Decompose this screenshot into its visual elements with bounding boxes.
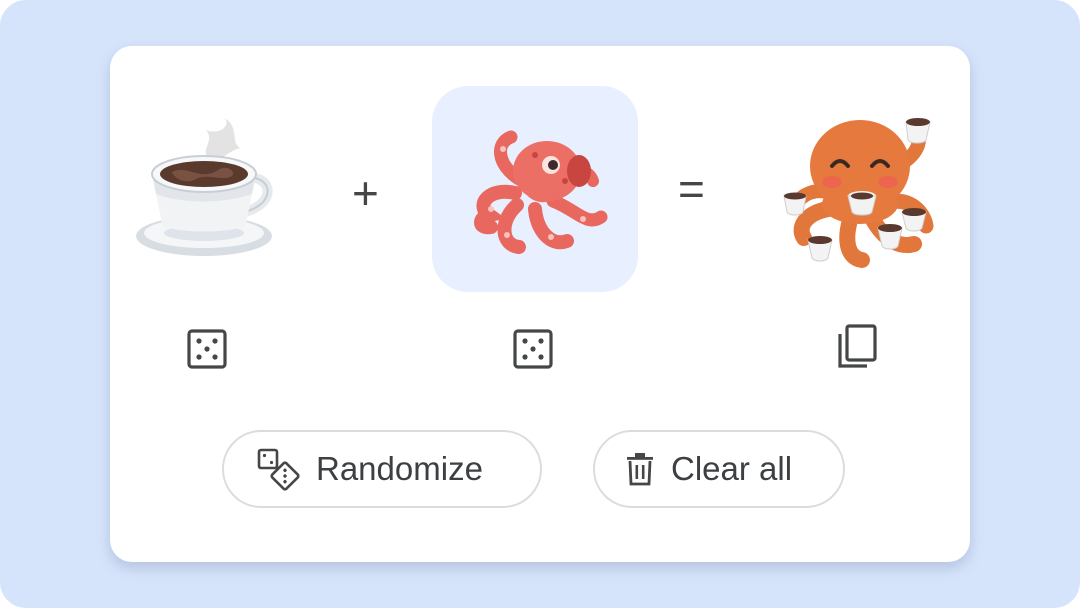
dice-icon [187, 329, 227, 369]
randomize-left-button[interactable] [184, 326, 230, 372]
copy-icon [838, 324, 877, 368]
dice-pair-icon [256, 447, 300, 491]
plus-sign: + [352, 167, 379, 219]
randomize-label: Randomize [316, 450, 483, 487]
clear-all-label: Clear all [671, 450, 793, 487]
octopus-with-coffee-cups-emoji [783, 118, 934, 268]
equals-sign: = [678, 163, 705, 215]
copy-result-button[interactable] [834, 324, 880, 370]
dice-icon [513, 329, 553, 369]
hot-beverage-emoji [136, 118, 273, 256]
octopus-emoji [474, 130, 608, 254]
trash-icon [625, 452, 655, 486]
randomize-button[interactable]: Randomize [222, 430, 542, 508]
middle-emoji-slot[interactable] [432, 86, 638, 292]
clear-all-button[interactable]: Clear all [593, 430, 845, 508]
randomize-middle-button[interactable] [510, 326, 556, 372]
left-emoji-slot[interactable] [128, 112, 288, 272]
result-emoji-slot[interactable] [774, 108, 946, 280]
